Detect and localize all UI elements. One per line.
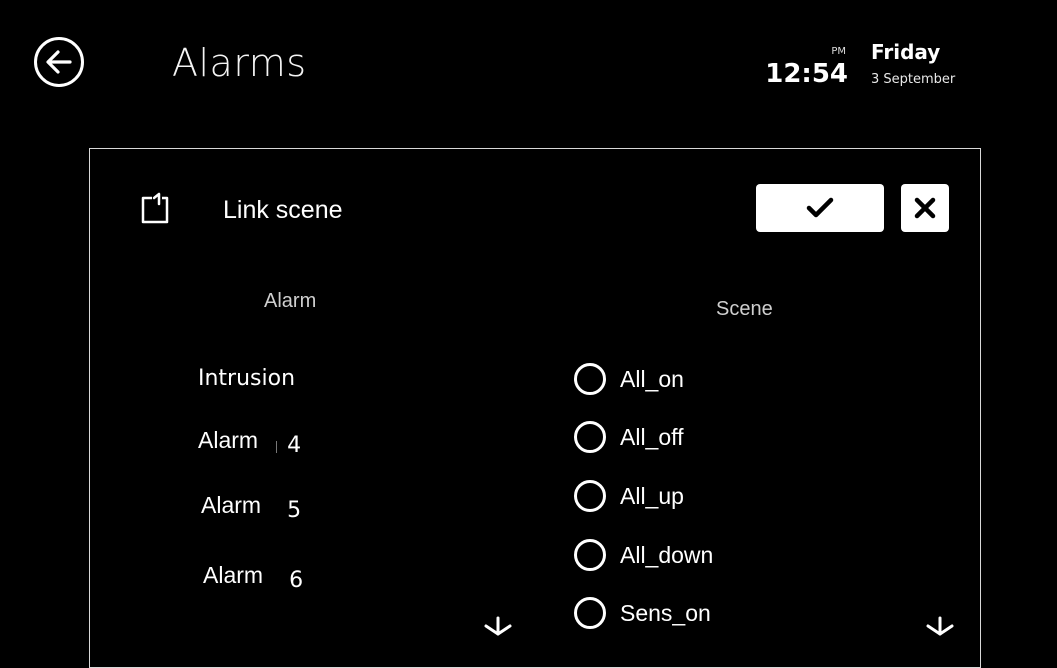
close-button[interactable] — [901, 184, 949, 232]
radio-button[interactable] — [574, 597, 606, 629]
scene-option-all-off[interactable]: All_off — [574, 418, 684, 456]
alarm-label: Intrusion — [198, 366, 296, 391]
alarm-item-4[interactable]: Alarm 4 — [198, 427, 301, 458]
link-scene-icon — [141, 192, 169, 224]
arrow-left-icon — [46, 50, 72, 74]
back-button[interactable] — [34, 37, 84, 87]
alarm-item-5[interactable]: Alarm 5 — [201, 492, 301, 523]
radio-button[interactable] — [574, 480, 606, 512]
scene-label: All_on — [620, 365, 684, 392]
alarm-number: 6 — [289, 568, 304, 593]
scene-label: All_off — [620, 423, 684, 450]
time-display: 12:54 — [765, 59, 848, 89]
alarm-column-header: Alarm — [264, 290, 317, 312]
scene-scroll-down-icon[interactable] — [925, 612, 955, 642]
scene-option-all-on[interactable]: All_on — [574, 360, 684, 398]
confirm-button[interactable] — [756, 184, 884, 232]
clock: PM 12:54 — [760, 46, 852, 90]
alarm-item-intrusion[interactable]: Intrusion — [198, 366, 295, 391]
scene-label: All_up — [620, 482, 684, 509]
scene-option-all-down[interactable]: All_down — [574, 536, 713, 574]
scene-column-header: Scene — [716, 298, 773, 320]
alarm-scroll-down-icon[interactable] — [483, 612, 513, 642]
alarm-item-6[interactable]: Alarm 6 — [203, 562, 303, 593]
alarm-label: Alarm — [198, 427, 259, 453]
close-icon — [914, 197, 936, 219]
date-label: 3 September — [871, 72, 956, 87]
alarm-label: Alarm — [203, 562, 264, 588]
day-label: Friday — [871, 40, 941, 64]
page-title: Alarms — [172, 41, 307, 85]
scene-option-all-up[interactable]: All_up — [574, 477, 684, 515]
link-scene-dialog: Link scene Alarm Scene Intrusion Alarm 4 … — [89, 148, 981, 668]
scene-label: All_down — [620, 541, 714, 568]
scene-option-sens-on[interactable]: Sens_on — [574, 594, 711, 632]
ampm-indicator: PM — [831, 46, 846, 57]
radio-button[interactable] — [574, 363, 606, 395]
scene-label: Sens_on — [620, 599, 711, 626]
checkmark-icon — [806, 197, 834, 218]
dialog-title: Link scene — [223, 196, 343, 224]
radio-button[interactable] — [574, 539, 606, 571]
separator — [276, 441, 278, 453]
alarm-number: 4 — [287, 433, 302, 458]
alarm-number: 5 — [287, 498, 302, 523]
alarm-label: Alarm — [201, 492, 262, 518]
radio-button[interactable] — [574, 421, 606, 453]
